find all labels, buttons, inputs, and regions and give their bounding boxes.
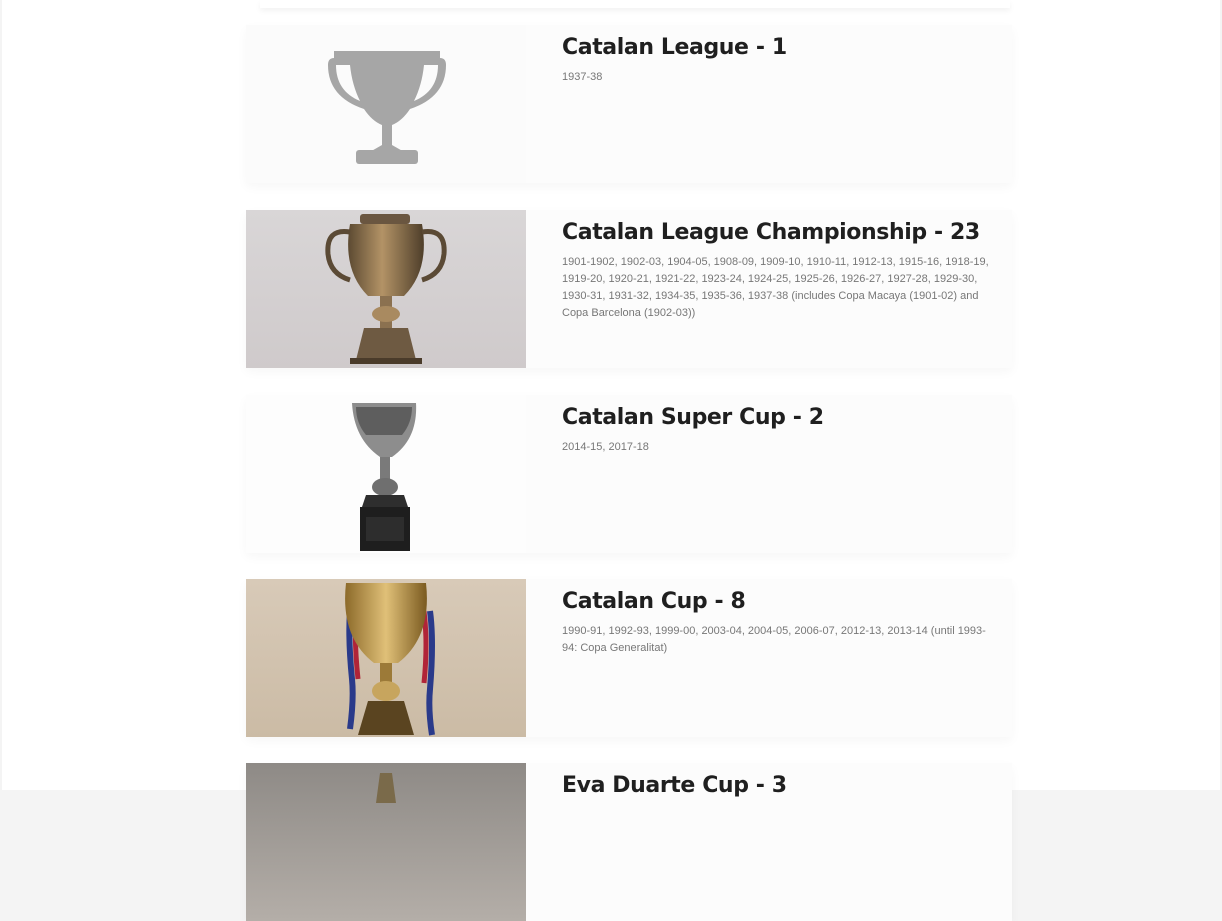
trophy-card[interactable]: Catalan League - 1 1937-38 — [246, 25, 1012, 183]
trophy-title[interactable]: Catalan League Championship - 23 — [562, 220, 994, 246]
trophy-card[interactable]: Eva Duarte Cup - 3 — [246, 763, 1012, 921]
trophy-title[interactable]: Catalan League - 1 — [562, 35, 994, 61]
trophy-image — [246, 210, 526, 368]
catalan-cup-trophy — [345, 583, 435, 736]
eva-duarte-cup-trophy — [376, 773, 396, 803]
catalan-league-championship-trophy — [325, 214, 447, 364]
trophy-image — [246, 579, 526, 737]
trophy-card[interactable]: Catalan Cup - 8 1990-91, 1992-93, 1999-0… — [246, 579, 1012, 737]
trophy-title[interactable]: Catalan Cup - 8 — [562, 589, 994, 615]
trophy-placeholder-icon — [328, 51, 446, 164]
trophy-card[interactable]: Catalan League Championship - 23 1901-19… — [246, 210, 1012, 368]
previous-card-edge — [260, 0, 1010, 8]
trophy-seasons: 1901-1902, 1902-03, 1904-05, 1908-09, 19… — [562, 256, 989, 319]
trophy-title[interactable]: Catalan Super Cup - 2 — [562, 405, 994, 431]
trophy-seasons: 1937-38 — [562, 71, 603, 83]
trophy-seasons: 1990-91, 1992-93, 1999-00, 2003-04, 2004… — [562, 625, 986, 654]
trophy-seasons: 2014-15, 2017-18 — [562, 441, 649, 453]
trophy-image — [246, 25, 526, 183]
trophy-image — [246, 763, 526, 921]
trophy-image — [246, 395, 526, 553]
catalan-super-cup-trophy — [352, 403, 417, 551]
trophy-title[interactable]: Eva Duarte Cup - 3 — [562, 773, 994, 799]
trophy-card[interactable]: Catalan Super Cup - 2 2014-15, 2017-18 — [246, 395, 1012, 553]
page: Catalan League - 1 1937-38 Catalan Leagu… — [2, 0, 1220, 921]
